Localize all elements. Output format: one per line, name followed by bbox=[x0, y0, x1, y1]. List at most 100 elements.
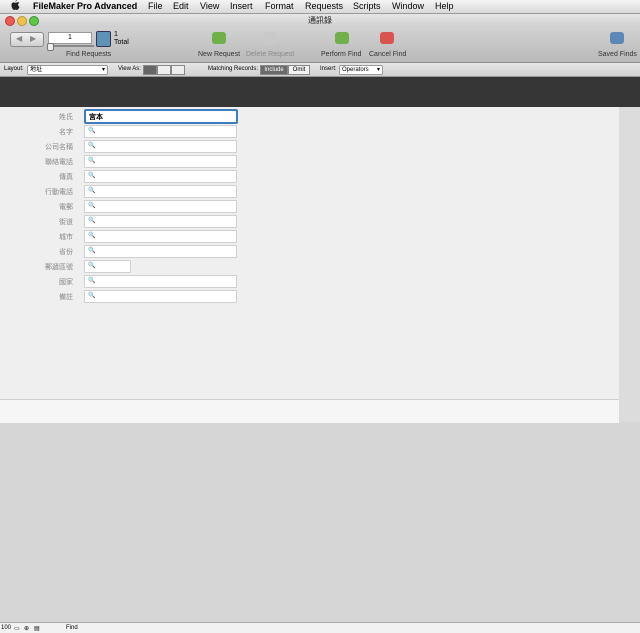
layout-select[interactable]: 地址 ▾ bbox=[27, 65, 108, 75]
search-icon: 🔍 bbox=[88, 233, 96, 239]
view-as-table-button[interactable] bbox=[171, 65, 185, 75]
status-toolbar: ◀ ▶ 1 1 Total Find Requests New Request … bbox=[0, 27, 640, 63]
menu-format[interactable]: Format bbox=[265, 1, 294, 11]
operators-select[interactable]: Operators ▾ bbox=[339, 65, 383, 75]
layout-body: 姓氏 宮本 名字 🔍 公司名稱 🔍 聯絡電話 🔍 傳真 🔍 行動電話 🔍 電郵 … bbox=[0, 107, 619, 399]
field-label: 行動電話 bbox=[45, 189, 73, 196]
search-icon: 🔍 bbox=[88, 248, 96, 254]
next-request-icon[interactable]: ▶ bbox=[30, 34, 36, 43]
search-icon: 🔍 bbox=[88, 173, 96, 179]
mode-indicator[interactable]: Find bbox=[66, 625, 78, 631]
window-title: 通訊錄 bbox=[308, 16, 332, 25]
matching-records-label: Matching Records: bbox=[208, 66, 259, 72]
fax-field[interactable]: 🔍 bbox=[84, 170, 237, 183]
previous-request-icon[interactable]: ◀ bbox=[16, 34, 22, 43]
app-name-menu[interactable]: FileMaker Pro Advanced bbox=[33, 1, 137, 11]
zoom-in-icon[interactable]: ⊕ bbox=[24, 625, 29, 632]
zoom-level[interactable]: 100 bbox=[1, 625, 11, 631]
province-field[interactable]: 🔍 bbox=[84, 245, 237, 258]
country-field[interactable]: 🔍 bbox=[84, 275, 237, 288]
field-row-last-name: 姓氏 宮本 bbox=[0, 109, 619, 124]
menu-edit[interactable]: Edit bbox=[173, 1, 189, 11]
insert-label: Insert: bbox=[320, 66, 337, 72]
current-request-field[interactable]: 1 bbox=[48, 32, 92, 44]
notes-field[interactable]: 🔍 bbox=[84, 290, 237, 303]
field-label: 城市 bbox=[59, 234, 73, 241]
field-row-street: 街道 🔍 bbox=[0, 214, 619, 228]
zoom-out-icon[interactable]: ▭ bbox=[14, 625, 20, 632]
view-as-label: View As: bbox=[118, 66, 141, 72]
request-navigation-buttons[interactable]: ◀ ▶ bbox=[10, 32, 44, 47]
menu-insert[interactable]: Insert bbox=[230, 1, 253, 11]
first-name-field[interactable]: 🔍 bbox=[84, 125, 237, 138]
apple-menu-icon[interactable] bbox=[11, 0, 20, 11]
layout-select-value: 地址 bbox=[30, 67, 43, 73]
cancel-find-icon[interactable] bbox=[380, 32, 394, 44]
field-row-first-name: 名字 🔍 bbox=[0, 124, 619, 138]
menu-bar: FileMaker Pro Advanced File Edit View In… bbox=[0, 0, 640, 14]
company-field[interactable]: 🔍 bbox=[84, 140, 237, 153]
total-requests-icon bbox=[96, 31, 111, 47]
window-titlebar: 通訊錄 bbox=[0, 14, 640, 27]
field-row-notes: 備註 🔍 bbox=[0, 289, 619, 303]
omit-button[interactable]: Omit bbox=[288, 65, 310, 75]
search-icon: 🔍 bbox=[88, 263, 96, 269]
search-icon: 🔍 bbox=[88, 128, 96, 134]
new-request-button[interactable]: New Request bbox=[198, 51, 240, 58]
delete-request-button[interactable]: Delete Request bbox=[246, 51, 294, 58]
field-row-country: 國家 🔍 bbox=[0, 274, 619, 288]
saved-finds-icon[interactable] bbox=[610, 32, 624, 44]
search-icon: 🔍 bbox=[88, 158, 96, 164]
layout-label: Layout: bbox=[4, 66, 24, 72]
mobile-field[interactable]: 🔍 bbox=[84, 185, 237, 198]
layout-header bbox=[0, 77, 640, 107]
total-count: 1 bbox=[114, 31, 118, 38]
view-as-form-button[interactable] bbox=[143, 65, 157, 75]
layout-bar: Layout: 地址 ▾ View As: Matching Records: … bbox=[0, 63, 640, 77]
search-icon: 🔍 bbox=[88, 188, 96, 194]
city-field[interactable]: 🔍 bbox=[84, 230, 237, 243]
field-label: 名字 bbox=[59, 129, 73, 136]
field-row-mobile: 行動電話 🔍 bbox=[0, 184, 619, 198]
new-request-icon[interactable] bbox=[212, 32, 226, 44]
search-icon: 🔍 bbox=[88, 203, 96, 209]
menu-window[interactable]: Window bbox=[392, 1, 424, 11]
saved-finds-button[interactable]: Saved Finds bbox=[598, 51, 637, 58]
field-label: 街道 bbox=[59, 219, 73, 226]
request-slider-handle[interactable] bbox=[47, 43, 54, 51]
include-button[interactable]: Include bbox=[260, 65, 288, 75]
email-field[interactable]: 🔍 bbox=[84, 200, 237, 213]
search-icon: 🔍 bbox=[88, 143, 96, 149]
cancel-find-button[interactable]: Cancel Find bbox=[369, 51, 406, 58]
field-row-company: 公司名稱 🔍 bbox=[0, 139, 619, 153]
menu-view[interactable]: View bbox=[200, 1, 219, 11]
field-label: 傳真 bbox=[59, 174, 73, 181]
search-icon: 🔍 bbox=[88, 218, 96, 224]
field-row-postal-code: 郵遞區號 🔍 bbox=[0, 259, 619, 273]
request-slider-track[interactable] bbox=[48, 45, 94, 47]
view-as-list-button[interactable] bbox=[157, 65, 171, 75]
field-row-city: 城市 🔍 bbox=[0, 229, 619, 243]
street-field[interactable]: 🔍 bbox=[84, 215, 237, 228]
menu-file[interactable]: File bbox=[148, 1, 163, 11]
perform-find-button[interactable]: Perform Find bbox=[321, 51, 361, 58]
window-status-bar: 100 ▭ ⊕ ▤ Find bbox=[0, 622, 640, 633]
chevron-down-icon: ▾ bbox=[101, 67, 105, 73]
last-name-field[interactable]: 宮本 bbox=[84, 109, 238, 124]
field-label: 國家 bbox=[59, 279, 73, 286]
field-row-fax: 傳真 🔍 bbox=[0, 169, 619, 183]
perform-find-icon[interactable] bbox=[335, 32, 349, 44]
field-label: 備註 bbox=[59, 294, 73, 301]
menu-help[interactable]: Help bbox=[435, 1, 454, 11]
field-row-phone: 聯絡電話 🔍 bbox=[0, 154, 619, 168]
postal-code-field[interactable]: 🔍 bbox=[84, 260, 131, 273]
chevron-down-icon: ▾ bbox=[376, 67, 380, 73]
toggle-toolbar-icon[interactable]: ▤ bbox=[34, 625, 40, 632]
find-requests-label: Find Requests bbox=[66, 51, 112, 58]
delete-request-icon[interactable] bbox=[263, 32, 277, 44]
menu-requests[interactable]: Requests bbox=[305, 1, 343, 11]
field-label: 姓氏 bbox=[59, 114, 73, 121]
phone-field[interactable]: 🔍 bbox=[84, 155, 237, 168]
menu-scripts[interactable]: Scripts bbox=[353, 1, 381, 11]
field-label: 電郵 bbox=[59, 204, 73, 211]
